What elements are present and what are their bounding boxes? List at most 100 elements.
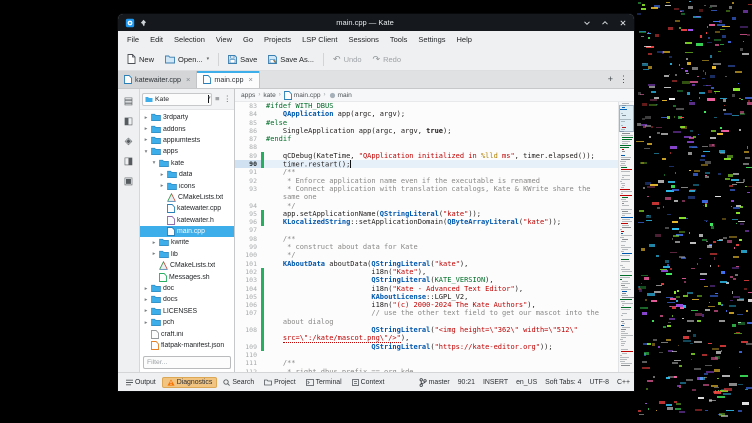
- sidebar-build-button[interactable]: ◨: [124, 156, 133, 167]
- code-view[interactable]: 83#ifdef WITH_DBUS84 QApplication app(ar…: [235, 102, 634, 372]
- syntax-mode[interactable]: C++: [617, 379, 630, 386]
- code-line[interactable]: about dialog: [235, 318, 619, 326]
- expand-arrow-icon[interactable]: ▸: [143, 126, 149, 132]
- code-line[interactable]: 86 SingleApplication app(argc, argv, tru…: [235, 127, 619, 135]
- tree-item-pch[interactable]: ▸pch: [140, 317, 234, 328]
- expand-arrow-icon[interactable]: ▸: [159, 172, 165, 178]
- tab-main.cpp[interactable]: main.cpp×: [197, 71, 260, 88]
- code-line[interactable]: 95 app.setApplicationName(QStringLiteral…: [235, 210, 619, 218]
- encoding[interactable]: UTF-8: [589, 379, 609, 386]
- code-line[interactable]: 110: [235, 351, 619, 359]
- expand-arrow-icon[interactable]: ▸: [151, 251, 157, 257]
- tree-item-messages.sh[interactable]: Messages.sh: [140, 271, 234, 282]
- code-line[interactable]: 112 * right dbus prefix == org.kde.: [235, 368, 619, 373]
- tree-item-flatpak-manifest.json[interactable]: flatpak-manifest.json: [140, 340, 234, 351]
- expand-arrow-icon[interactable]: ▸: [143, 286, 149, 292]
- collapse-arrow-icon[interactable]: ▾: [151, 160, 157, 166]
- breadcrumb-item[interactable]: main: [329, 92, 352, 99]
- code-line[interactable]: 92 * Enforce application name even if th…: [235, 177, 619, 185]
- tree-item-craft.ini[interactable]: craft.ini: [140, 328, 234, 339]
- tree-item-appiumtests[interactable]: ▸appiumtests: [140, 135, 234, 146]
- collapse-arrow-icon[interactable]: ▾: [143, 149, 149, 155]
- tree-item-kwrite[interactable]: ▸kwrite: [140, 237, 234, 248]
- breadcrumb-item[interactable]: kate: [263, 92, 275, 99]
- menu-edit[interactable]: Edit: [145, 33, 168, 46]
- code-line[interactable]: 93 * Connect application with translatio…: [235, 185, 619, 193]
- expand-arrow-icon[interactable]: ▸: [143, 308, 149, 314]
- new-tab-button[interactable]: +: [608, 75, 613, 84]
- titlebar[interactable]: main.cpp — Kate: [118, 14, 634, 31]
- breadcrumb-item[interactable]: main.cpp: [284, 91, 321, 100]
- menu-go[interactable]: Go: [238, 33, 258, 46]
- expand-arrow-icon[interactable]: ▸: [143, 320, 149, 326]
- menu-sessions[interactable]: Sessions: [343, 33, 383, 46]
- tree-item-licenses[interactable]: ▸LICENSES: [140, 306, 234, 317]
- context-toggle-button[interactable]: Context: [348, 378, 389, 387]
- tree-item-lib[interactable]: ▸lib: [140, 249, 234, 260]
- code-line[interactable]: 111 /**: [235, 359, 619, 367]
- save-as-button[interactable]: Save As...: [263, 53, 319, 66]
- save-button[interactable]: Save: [223, 53, 262, 66]
- search-toggle-button[interactable]: Search: [219, 378, 258, 387]
- expand-arrow-icon[interactable]: ▸: [143, 137, 149, 143]
- project-menu-button[interactable]: ≡: [214, 95, 220, 103]
- cursor-position[interactable]: 90:21: [458, 379, 475, 386]
- code-line[interactable]: src=\":/kate/mascot.png\"/>"),: [235, 334, 619, 342]
- code-line[interactable]: 101 KAboutData aboutData(QStringLiteral(…: [235, 260, 619, 268]
- minimize-button[interactable]: [583, 19, 591, 27]
- terminal-toggle-button[interactable]: Terminal: [302, 378, 346, 387]
- tree-item-main.cpp[interactable]: main.cpp: [140, 226, 234, 237]
- sidebar-documents-button[interactable]: ▤: [124, 96, 133, 107]
- menu-projects[interactable]: Projects: [259, 33, 296, 46]
- tree-item-addons[interactable]: ▸addons: [140, 123, 234, 134]
- menu-tools[interactable]: Tools: [385, 33, 413, 46]
- redo-button[interactable]: ↷ Redo: [368, 53, 406, 66]
- menu-lsp-client[interactable]: LSP Client: [297, 33, 342, 46]
- expand-arrow-icon[interactable]: ▸: [143, 297, 149, 303]
- pin-icon[interactable]: [140, 19, 147, 27]
- tree-item-3rdparty[interactable]: ▸3rdparty: [140, 112, 234, 123]
- close-button[interactable]: [619, 19, 627, 27]
- code-line[interactable]: 94 */: [235, 202, 619, 210]
- current-line[interactable]: 90 timer.restart();: [235, 160, 619, 168]
- code-line[interactable]: 100 */: [235, 251, 619, 259]
- menu-help[interactable]: Help: [452, 33, 477, 46]
- code-line[interactable]: 84 QApplication app(argc, argv);: [235, 110, 619, 118]
- tab-mode[interactable]: Soft Tabs: 4: [545, 379, 581, 386]
- project-options-button[interactable]: ⋮: [223, 95, 233, 103]
- minimap-slider[interactable]: [619, 105, 634, 132]
- tab-list-button[interactable]: ⋮: [619, 75, 628, 84]
- open-button[interactable]: Open... ▾: [160, 53, 214, 66]
- expand-arrow-icon[interactable]: ▸: [151, 240, 157, 246]
- input-mode[interactable]: INSERT: [483, 379, 508, 386]
- tab-close-icon[interactable]: ×: [249, 75, 253, 84]
- tab-close-icon[interactable]: ×: [186, 75, 190, 84]
- tree-item-docs[interactable]: ▸docs: [140, 294, 234, 305]
- git-branch-indicator[interactable]: master: [419, 378, 450, 387]
- tree-item-doc[interactable]: ▸doc: [140, 283, 234, 294]
- code-line[interactable]: 102 i18n("Kate"),: [235, 268, 619, 276]
- sidebar-git-button[interactable]: ◈: [125, 136, 133, 147]
- tree-item-icons[interactable]: ▸icons: [140, 180, 234, 191]
- code-line[interactable]: same one: [235, 193, 619, 201]
- maximize-button[interactable]: [601, 19, 609, 27]
- menu-view[interactable]: View: [211, 33, 237, 46]
- undo-button[interactable]: ↶ Undo: [328, 53, 366, 66]
- open-dropdown-caret[interactable]: ▾: [207, 56, 210, 62]
- project-filter-input[interactable]: [143, 356, 231, 369]
- code-line[interactable]: 109 QStringLiteral("https://kate-editor.…: [235, 343, 619, 351]
- code-line[interactable]: 106 i18n("(c) 2000-2024 The Kate Authors…: [235, 301, 619, 309]
- project-selector[interactable]: Kate ▾: [142, 93, 212, 106]
- code-line[interactable]: 103 QStringLiteral(KATE_VERSION),: [235, 276, 619, 284]
- code-line[interactable]: 105 KAboutLicense::LGPL_V2,: [235, 293, 619, 301]
- tab-katewaiter.cpp[interactable]: katewaiter.cpp×: [118, 71, 197, 88]
- code-line[interactable]: 104 i18n("Kate - Advanced Text Editor"),: [235, 285, 619, 293]
- sidebar-projects-button[interactable]: ▣: [124, 176, 133, 187]
- project-toggle-button[interactable]: Project: [260, 378, 299, 387]
- expand-arrow-icon[interactable]: ▸: [159, 183, 165, 189]
- code-line[interactable]: 91 /**: [235, 168, 619, 176]
- code-line[interactable]: 85#else: [235, 119, 619, 127]
- code-line[interactable]: 98 /**: [235, 235, 619, 243]
- sidebar-filesystem-button[interactable]: ◧: [124, 116, 133, 127]
- code-line[interactable]: 108 QStringLiteral("<img height=\"362\" …: [235, 326, 619, 334]
